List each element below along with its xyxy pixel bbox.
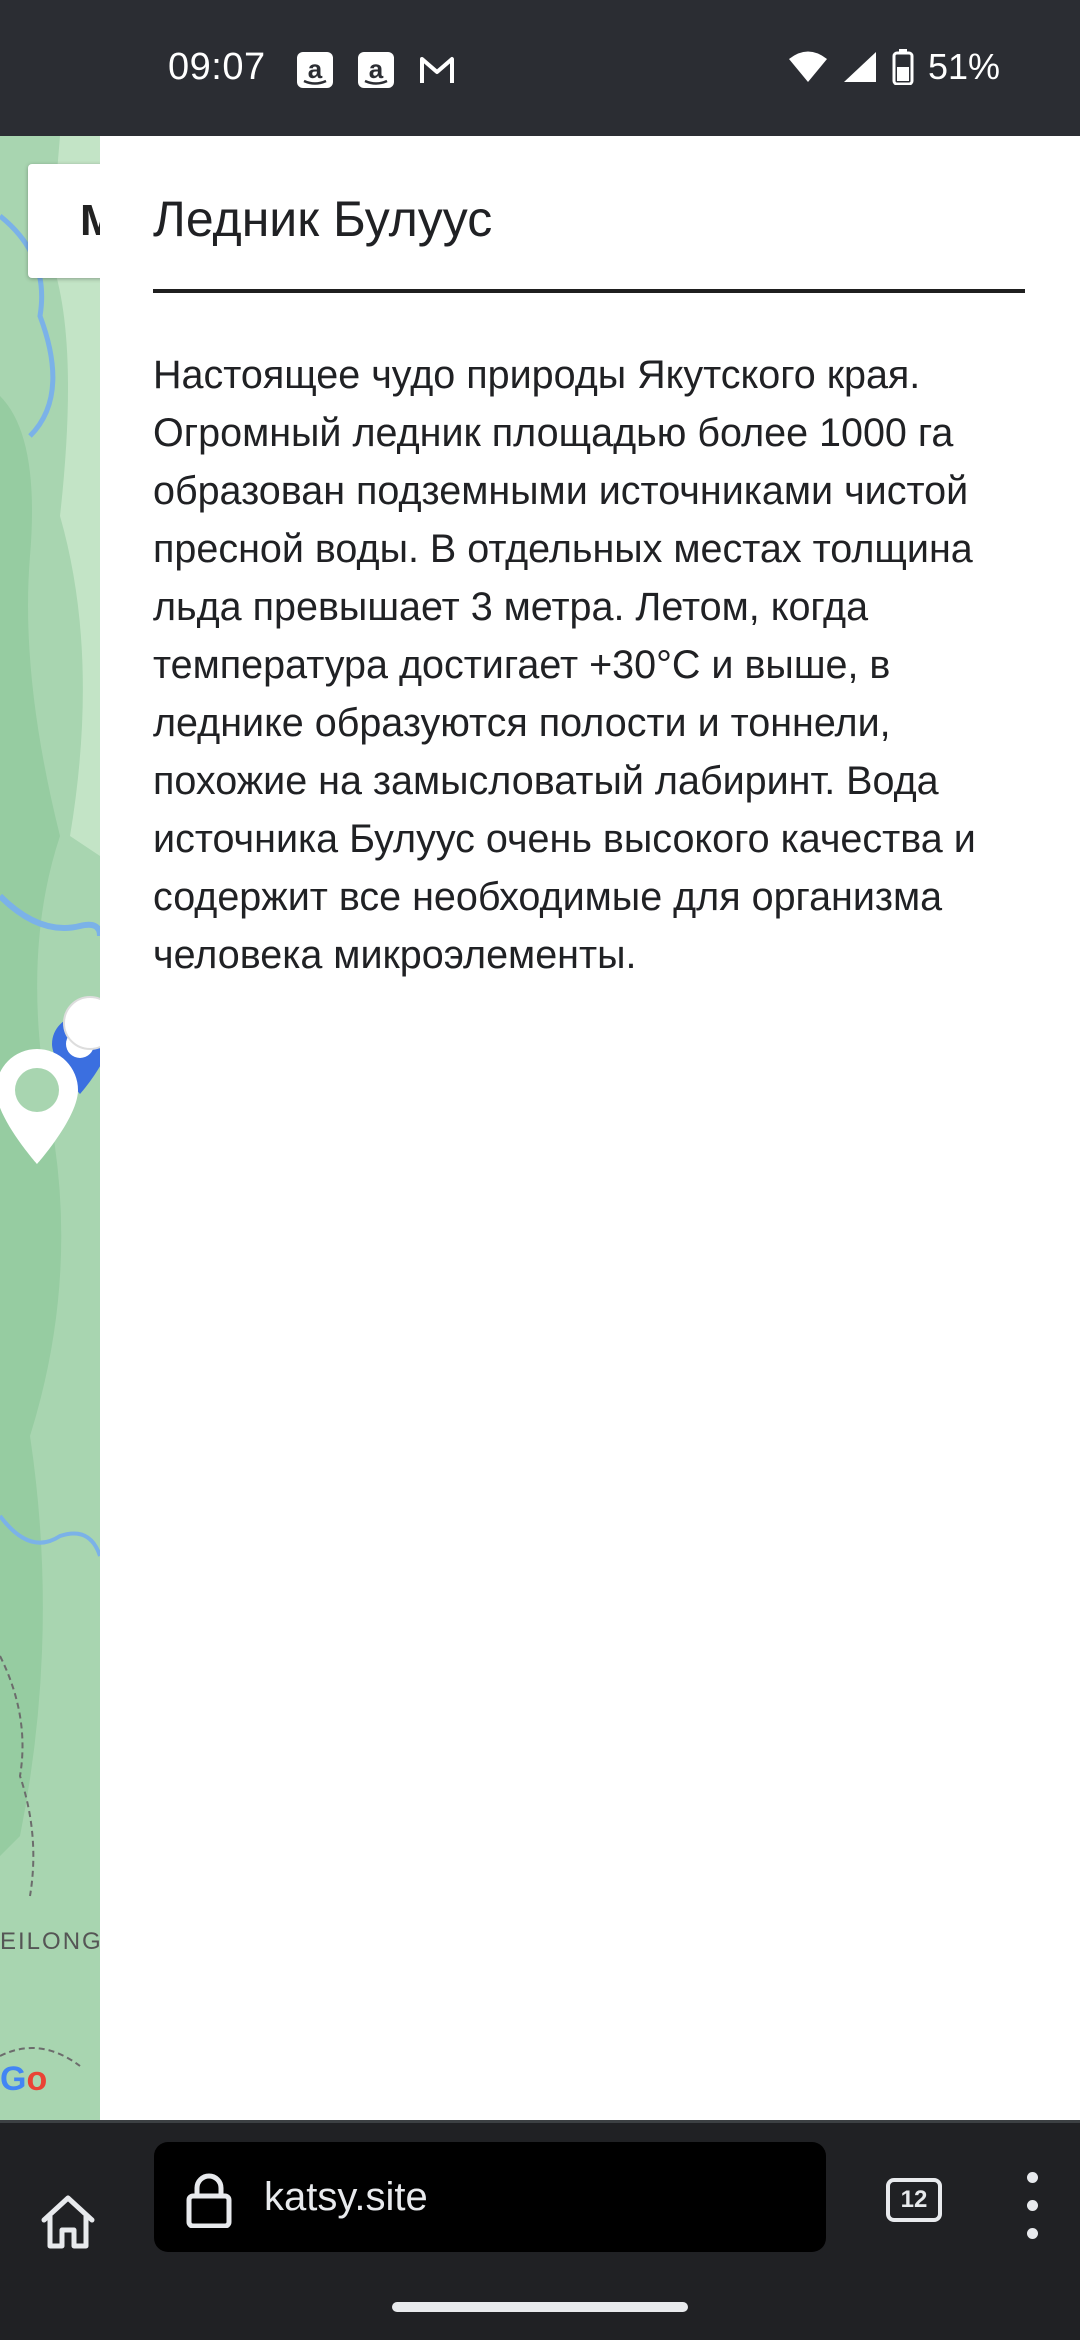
battery-icon bbox=[892, 49, 914, 85]
tab-switcher-button[interactable]: 12 bbox=[886, 2178, 942, 2222]
cellular-signal-icon bbox=[843, 52, 876, 82]
map-marker-white[interactable] bbox=[0, 1048, 82, 1168]
url-text: katsy.site bbox=[264, 2175, 428, 2219]
map-region-label: EILONG bbox=[0, 1928, 100, 1955]
google-logo-o: o bbox=[26, 2060, 48, 2098]
amazon-notification-icon: a bbox=[358, 52, 394, 88]
menu-dot bbox=[1027, 2200, 1038, 2211]
battery-percentage: 51% bbox=[927, 46, 1000, 87]
panel-title: Ледник Булуус bbox=[153, 191, 493, 247]
map-type-button[interactable]: M bbox=[28, 164, 100, 278]
info-panel: Ледник Булуус Настоящее чудо природы Яку… bbox=[100, 136, 1080, 2120]
panel-description: Настоящее чудо природы Якутского края. О… bbox=[153, 353, 976, 977]
lock-icon bbox=[186, 2173, 232, 2228]
gmail-notification-icon bbox=[420, 57, 454, 83]
panel-divider bbox=[153, 289, 1025, 293]
wifi-icon bbox=[788, 51, 827, 82]
status-time: 09:07 bbox=[168, 46, 266, 88]
google-logo-g: G bbox=[0, 2060, 27, 2098]
home-icon[interactable] bbox=[36, 2190, 100, 2254]
toolbar-divider bbox=[0, 2120, 1080, 2123]
more-options-icon[interactable] bbox=[1018, 2170, 1048, 2240]
status-indicators: 51% bbox=[788, 46, 1000, 88]
menu-dot bbox=[1027, 2228, 1038, 2239]
svg-text:a: a bbox=[308, 54, 323, 84]
google-logo: Go bbox=[0, 2060, 47, 2099]
amazon-notification-icon: a bbox=[297, 52, 333, 88]
status-bar: 09:07 a a 51% bbox=[0, 0, 1080, 136]
gesture-navigation-handle[interactable] bbox=[392, 2302, 688, 2312]
map-view[interactable]: M EILONG Go bbox=[0, 136, 100, 2120]
svg-text:a: a bbox=[369, 54, 384, 84]
url-bar[interactable]: katsy.site bbox=[154, 2142, 826, 2252]
menu-dot bbox=[1027, 2172, 1038, 2183]
